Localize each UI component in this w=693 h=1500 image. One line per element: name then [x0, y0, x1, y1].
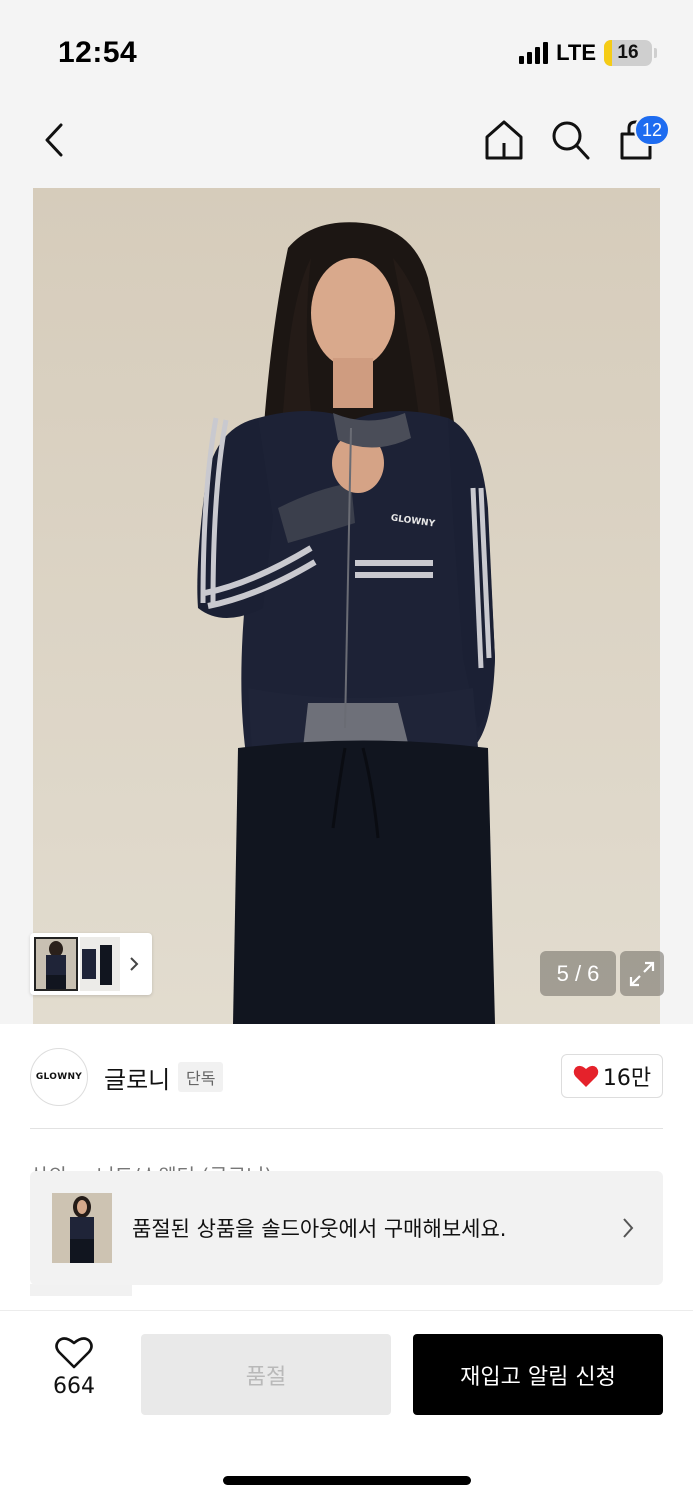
thumbnail-more-button[interactable]	[126, 954, 142, 974]
product-photo: GLOWNY	[33, 188, 660, 1024]
chevron-right-icon	[623, 1218, 634, 1238]
status-indicators: LTE 16	[519, 40, 657, 66]
banner-product-thumbnail	[52, 1193, 112, 1263]
status-time: 12:54	[58, 36, 138, 69]
battery-level	[604, 40, 612, 66]
heart-filled-icon	[573, 1065, 599, 1087]
soldout-banner-arrow[interactable]	[621, 1215, 635, 1241]
search-button[interactable]	[548, 116, 592, 164]
hidden-content-peek	[30, 1284, 132, 1296]
like-count: 16만	[602, 1066, 652, 1091]
network-type: LTE	[556, 40, 596, 65]
wishlist-button[interactable]: 664	[40, 1336, 108, 1408]
thumbnail-photo	[36, 939, 76, 989]
back-button[interactable]	[34, 118, 74, 162]
thumbnail-photo	[80, 937, 120, 991]
banner-photo	[52, 1193, 112, 1263]
chevron-right-icon	[130, 957, 139, 971]
wishlist-count: 664	[53, 1374, 95, 1399]
soldout-banner[interactable]: 품절된 상품을 솔드아웃에서 구매해보세요.	[30, 1171, 663, 1285]
thumbnail-current[interactable]	[34, 937, 78, 991]
brand-logo[interactable]: GLOWNY	[30, 1048, 88, 1106]
restock-alert-button[interactable]: 재입고 알림 신청	[413, 1334, 663, 1415]
battery-tip	[654, 48, 657, 58]
like-button[interactable]: 16만	[561, 1054, 663, 1098]
search-icon	[552, 121, 590, 160]
heart-outline-icon	[55, 1337, 93, 1369]
battery-percent: 16	[617, 42, 639, 63]
expand-icon	[629, 961, 655, 986]
home-icon	[485, 120, 523, 160]
image-counter: 5 / 6	[540, 951, 616, 996]
soldout-button: 품절	[141, 1334, 391, 1415]
brand-name[interactable]: 글로니	[104, 1060, 170, 1095]
home-indicator[interactable]	[223, 1476, 471, 1485]
signal-icon	[519, 42, 549, 64]
home-button[interactable]	[482, 116, 526, 164]
expand-button[interactable]	[620, 951, 664, 996]
product-image[interactable]: GLOWNY	[33, 188, 660, 1024]
cart-count-badge: 12	[634, 114, 670, 146]
exclusive-badge: 단독	[178, 1062, 224, 1092]
divider	[30, 1128, 663, 1129]
thumbnail-strip[interactable]	[30, 933, 152, 995]
battery-icon: 16	[604, 40, 652, 66]
thumbnail-next[interactable]	[80, 937, 120, 991]
chevron-left-icon	[45, 123, 63, 157]
soldout-banner-text: 품절된 상품을 솔드아웃에서 구매해보세요.	[132, 1217, 507, 1241]
